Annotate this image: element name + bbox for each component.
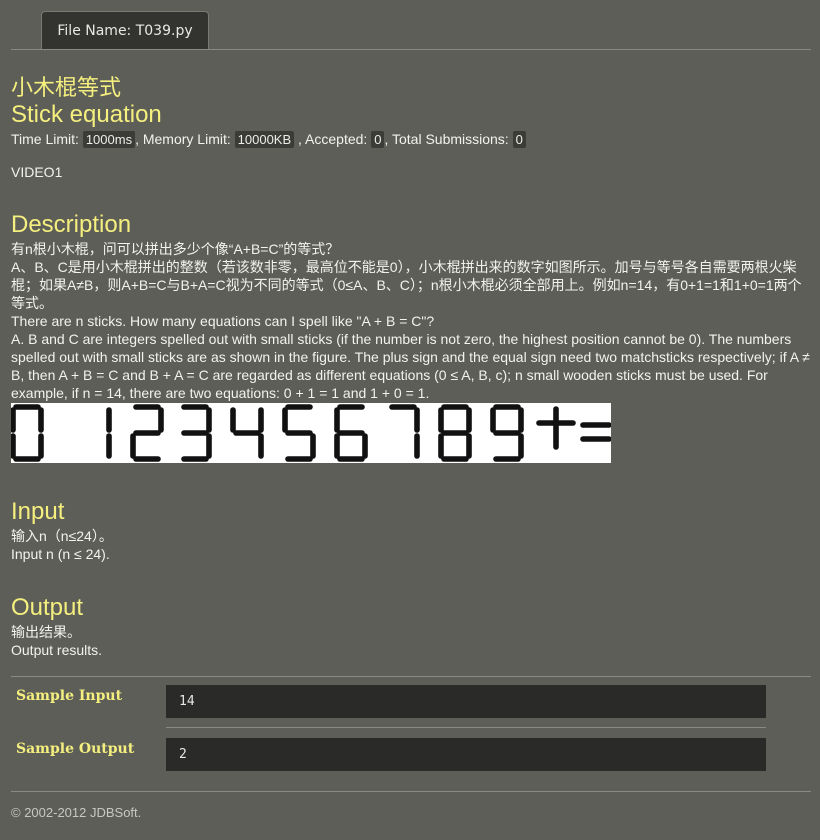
sample-output-box[interactable]: 2 (166, 738, 766, 771)
description-cn-1: 有n根小木棍，问可以拼出多少个像“A+B=C”的等式？ (11, 241, 340, 257)
input-cn: 输入n（n≤24）。 (11, 528, 113, 544)
matchstick-glyph-5 (282, 404, 316, 462)
matchstick-digits-image (10, 403, 612, 463)
output-body: 输出结果。 Output results. (11, 623, 102, 659)
title-chinese: 小木棍等式 (11, 76, 122, 101)
matchstick-glyph-0 (10, 404, 44, 462)
description-en-2: A. B and C are integers spelled out with… (11, 331, 810, 401)
memory-limit-label: , Memory Limit: (135, 131, 231, 147)
divider (11, 676, 811, 677)
tab-file-name[interactable]: File Name: T039.py (41, 11, 209, 49)
sample-output-label: Sample Output (16, 741, 135, 757)
description-body: 有n根小木棍，问可以拼出多少个像“A+B=C”的等式？ A、B、C是用小木棍拼出… (11, 240, 811, 402)
accepted-label: , Accepted: (298, 131, 368, 147)
time-limit-label: Time Limit: (11, 131, 79, 147)
time-limit-value: 1000ms (82, 131, 136, 148)
matchstick-glyph-6 (334, 404, 368, 462)
description-heading: Description (11, 211, 132, 238)
matchstick-glyph-equals (580, 422, 612, 442)
divider (11, 49, 811, 50)
problem-meta: Time Limit: 1000ms, Memory Limit: 10000K… (11, 129, 526, 150)
submissions-value: 0 (512, 131, 526, 148)
matchstick-glyph-8 (438, 404, 472, 462)
matchstick-glyph-plus (536, 406, 576, 450)
sample-input-label: Sample Input (16, 688, 123, 704)
matchstick-glyph-3 (181, 404, 212, 462)
video-link[interactable]: VIDEO1 (11, 163, 62, 181)
accepted-value: 0 (371, 131, 385, 148)
divider (166, 727, 766, 728)
description-cn-2: A、B、C是用小木棍拼出的整数（若该数非零，最高位不能是0），小木棍拼出来的数字… (11, 259, 802, 311)
output-cn: 输出结果。 (11, 624, 81, 640)
footer-copyright: © 2002-2012 JDBSoft. (11, 805, 142, 820)
matchstick-glyph-7 (389, 404, 420, 459)
matchstick-glyph-2 (130, 404, 164, 462)
description-en-1: There are n sticks. How many equations c… (11, 313, 435, 329)
divider (11, 791, 811, 792)
input-en: Input n (n ≤ 24). (11, 546, 110, 562)
matchstick-glyph-9 (490, 404, 524, 462)
top-bar: File Name: T039.py (0, 0, 820, 50)
input-heading: Input (11, 498, 65, 525)
submissions-label: , Total Submissions: (384, 131, 509, 147)
title-english: Stick equation (11, 101, 162, 128)
output-heading: Output (11, 594, 84, 621)
output-en: Output results. (11, 642, 103, 658)
matchstick-glyph-4 (230, 407, 264, 459)
memory-limit-value: 10000KB (234, 131, 295, 148)
input-body: 输入n（n≤24）。 Input n (n ≤ 24). (11, 527, 113, 563)
sample-input-box[interactable]: 14 (166, 685, 766, 718)
